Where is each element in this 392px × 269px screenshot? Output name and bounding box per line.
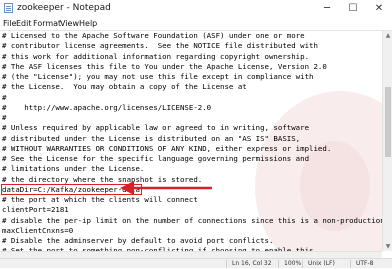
menu-help[interactable]: Help (79, 17, 97, 30)
vertical-scroll-thumb[interactable] (385, 87, 391, 157)
text-editor[interactable]: # Licensed to the Apache Software Founda… (0, 31, 382, 251)
editor-line: # The ASF licenses this file to You unde… (2, 62, 382, 72)
red-arrow-annotation (120, 181, 212, 195)
editor-line-text: # disable the per-ip limit on the number… (2, 215, 382, 225)
editor-line-text: # limitations under the License. (2, 164, 145, 174)
editor-line: clientPort=2181 (2, 205, 382, 215)
editor-line-text: # Unless required by applicable law or a… (2, 123, 310, 133)
editor-lines: # Licensed to the Apache Software Founda… (1, 31, 382, 251)
editor-line-text: clientPort=2181 (2, 205, 69, 215)
close-button[interactable]: ✕ (366, 0, 392, 17)
menu-bar: File Edit Format View Help (0, 17, 392, 31)
editor-line: maxClientCnxns=0 (2, 226, 382, 236)
editor-line-text: # this work for additional information r… (2, 51, 310, 61)
editor-line: # the port at which the clients will con… (2, 195, 382, 205)
editor-line-text: # (the "License"); you may not use this … (2, 72, 314, 81)
editor-line: # Disable the adminserver by default to … (2, 236, 382, 246)
title-bar: zookeeper - Notepad ─ ☐ ✕ (0, 0, 392, 18)
editor-line: # distributed under the License is distr… (2, 134, 382, 144)
minimize-button[interactable]: ─ (314, 0, 340, 17)
menu-edit[interactable]: Edit (16, 17, 32, 30)
editor-line: # See the License for the specific langu… (2, 154, 382, 164)
editor-line-text: # the License. You may obtain a copy of … (2, 82, 247, 92)
editor-line-text: # http://www.apache.org/licenses/LICENSE… (2, 102, 212, 112)
menu-file[interactable]: File (3, 17, 16, 30)
editor-line: # (2, 113, 382, 123)
status-bar: Ln 16, Col 32 100% Unix (LF) UTF-8 (0, 258, 392, 268)
editor-line-text: # See the License for the specific langu… (2, 154, 310, 163)
editor-line: # Unless required by applicable law or a… (2, 123, 382, 133)
notepad-icon (4, 3, 13, 13)
menu-view[interactable]: View (60, 17, 79, 30)
editor-line: # (2, 93, 382, 103)
menu-format[interactable]: Format (33, 17, 61, 30)
horizontal-scrollbar[interactable] (0, 251, 382, 258)
editor-line-text: # The ASF licenses this file to You unde… (2, 61, 327, 71)
scroll-down-icon[interactable]: ▼ (383, 242, 392, 251)
maximize-button[interactable]: ☐ (340, 0, 366, 17)
editor-line-text: # WITHOUT WARRANTIES OR CONDITIONS OF AN… (2, 143, 332, 153)
editor-line-text: # Licensed to the Apache Software Founda… (2, 31, 305, 40)
editor-line-text: # (2, 92, 7, 102)
editor-line: # (the "License"); you may not use this … (2, 72, 382, 82)
editor-line: # this work for additional information r… (2, 52, 382, 62)
editor-line: # http://www.apache.org/licenses/LICENSE… (2, 103, 382, 113)
editor-line: # the License. You may obtain a copy of … (2, 82, 382, 92)
editor-line-text: # contributor license agreements. See th… (2, 41, 318, 51)
editor-line-text: # (2, 113, 7, 122)
editor-line: # WITHOUT WARRANTIES OR CONDITIONS OF AN… (2, 144, 382, 154)
editor-line: # disable the per-ip limit on the number… (2, 216, 382, 226)
scroll-up-icon[interactable]: ▲ (383, 31, 392, 40)
editor-line: # contributor license agreements. See th… (2, 41, 382, 51)
window-title: zookeeper - Notepad (17, 3, 111, 13)
editor-line-text: maxClientCnxns=0 (2, 225, 74, 235)
editor-line-text: # the port at which the clients will con… (2, 195, 198, 204)
vertical-scrollbar[interactable]: ▲ ▼ (382, 31, 392, 251)
editor-line-text: # distributed under the License is distr… (2, 133, 301, 143)
editor-line: # limitations under the License. (2, 164, 382, 174)
editor-line: # Licensed to the Apache Software Founda… (2, 31, 382, 41)
editor-line-text: # Disable the adminserver by default to … (2, 236, 274, 245)
